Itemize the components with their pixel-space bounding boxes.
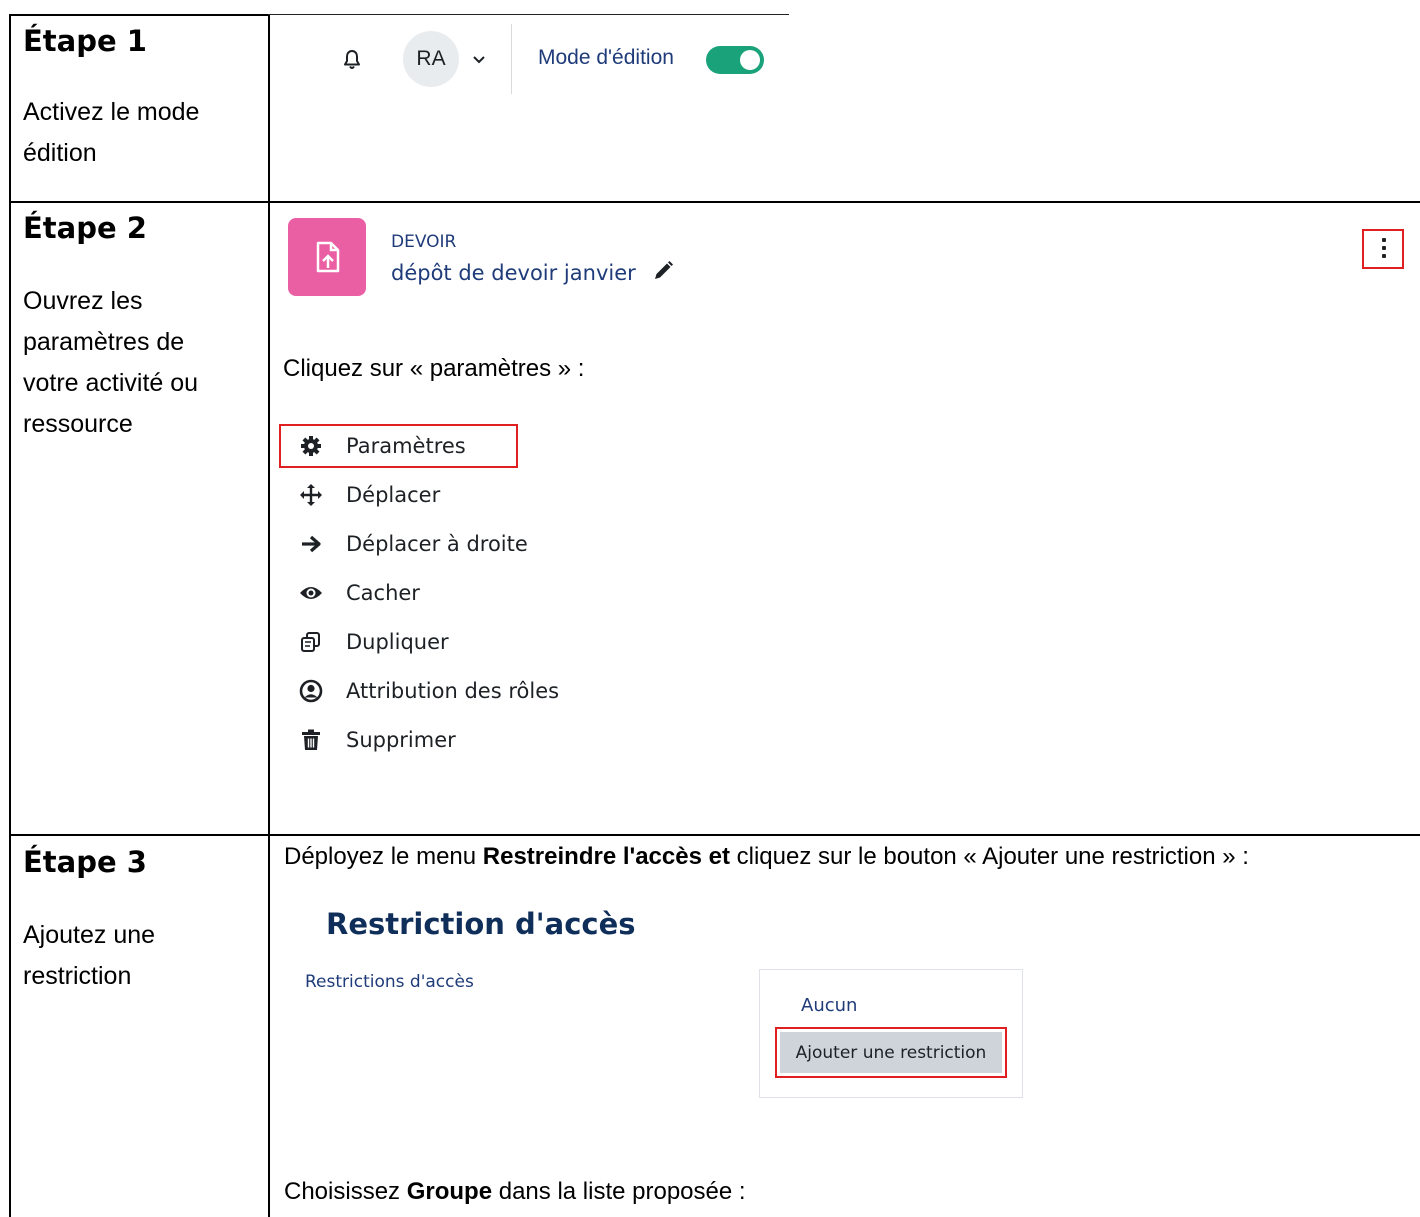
step-3-instruction: Déployez le menu Restreindre l'accès et … xyxy=(284,843,1249,871)
chevron-down-icon[interactable] xyxy=(471,53,487,67)
step-3-description: Ajoutez une restriction xyxy=(23,915,243,997)
step-1-description-line: Activez le mode xyxy=(23,98,200,126)
menu-item-label: Déplacer xyxy=(346,483,441,507)
table-column-divider xyxy=(268,14,270,1217)
menu-item-dupliquer[interactable]: Dupliquer xyxy=(298,624,449,660)
eye-icon xyxy=(298,580,324,606)
instruction-text: cliquez sur le bouton « Ajouter une rest… xyxy=(729,843,1249,870)
restriction-current-value: Aucun xyxy=(801,995,858,1016)
edit-mode-label: Mode d'édition xyxy=(538,46,674,69)
menu-item-label: Dupliquer xyxy=(346,630,449,654)
instruction-bold-text: Restreindre l'accès et xyxy=(482,843,730,870)
step-2-description-line: votre activité ou xyxy=(23,369,199,397)
bell-icon[interactable] xyxy=(340,48,364,72)
toggle-knob xyxy=(740,50,760,70)
step-2-title: Étape 2 xyxy=(23,211,147,245)
user-circle-icon xyxy=(298,678,324,704)
move-arrows-icon xyxy=(298,482,324,508)
step-3-choose-instruction: Choisissez Groupe dans la liste proposée… xyxy=(284,1178,746,1206)
step-2-description-line: paramètres de xyxy=(23,328,185,356)
avatar[interactable]: RA xyxy=(403,31,459,87)
restriction-heading: Restriction d'accès xyxy=(326,907,636,941)
menu-item-label: Cacher xyxy=(346,581,420,605)
activity-name-link[interactable]: dépôt de devoir janvier xyxy=(391,260,674,287)
gear-icon xyxy=(298,433,324,459)
row-divider-1 xyxy=(9,201,1420,203)
table-border-top-right xyxy=(268,14,789,15)
trash-icon xyxy=(298,727,324,753)
menu-item-label: Supprimer xyxy=(346,728,456,752)
pencil-icon[interactable] xyxy=(652,260,674,287)
step-2-instruction: Cliquez sur « paramètres » : xyxy=(283,355,585,382)
edit-mode-toggle[interactable] xyxy=(706,46,764,74)
restriction-field-label: Restrictions d'accès xyxy=(305,972,474,992)
step-3-title: Étape 3 xyxy=(23,845,147,879)
add-restriction-button[interactable]: Ajouter une restriction xyxy=(775,1027,1007,1078)
instruction-text: Choisissez xyxy=(284,1178,407,1205)
step-2-description: Ouvrez les paramètres de votre activité … xyxy=(23,281,243,445)
activity-name: dépôt de devoir janvier xyxy=(391,261,636,285)
menu-item-deplacer[interactable]: Déplacer xyxy=(298,477,440,513)
add-restriction-button-label: Ajouter une restriction xyxy=(780,1032,1002,1073)
avatar-initials: RA xyxy=(416,47,446,70)
step-2-description-line: Ouvrez les xyxy=(23,287,143,315)
menu-item-label: Paramètres xyxy=(346,434,466,458)
instruction-text: dans la liste proposée : xyxy=(492,1178,746,1205)
step-3-description-line: Ajoutez une xyxy=(23,921,156,949)
table-border-left xyxy=(9,14,11,1217)
menu-item-deplacer-droite[interactable]: Déplacer à droite xyxy=(298,526,528,562)
step-1-description-line: édition xyxy=(23,139,97,167)
step-2-description-line: ressource xyxy=(23,410,133,438)
menu-item-parametres[interactable]: Paramètres xyxy=(298,428,466,464)
step-1-title: Étape 1 xyxy=(23,24,147,58)
menu-item-label: Déplacer à droite xyxy=(346,532,528,556)
duplicate-icon xyxy=(298,629,324,655)
step-3-description-line: restriction xyxy=(23,962,132,990)
menu-item-cacher[interactable]: Cacher xyxy=(298,575,420,611)
activity-type: DEVOIR xyxy=(391,232,457,252)
arrow-right-icon xyxy=(298,531,324,557)
menu-item-attribution-roles[interactable]: Attribution des rôles xyxy=(298,673,559,709)
navbar-divider xyxy=(511,24,512,94)
table-border-top-left xyxy=(9,14,270,16)
step-1-description: Activez le mode édition xyxy=(23,92,243,174)
more-actions-icon[interactable] xyxy=(1362,229,1404,269)
instruction-bold-text: Groupe xyxy=(406,1178,493,1205)
menu-item-label: Attribution des rôles xyxy=(346,679,560,703)
row-divider-2 xyxy=(9,834,1420,836)
menu-item-supprimer[interactable]: Supprimer xyxy=(298,722,456,758)
assignment-activity-icon xyxy=(288,218,366,296)
instruction-text: Déployez le menu xyxy=(284,843,483,870)
